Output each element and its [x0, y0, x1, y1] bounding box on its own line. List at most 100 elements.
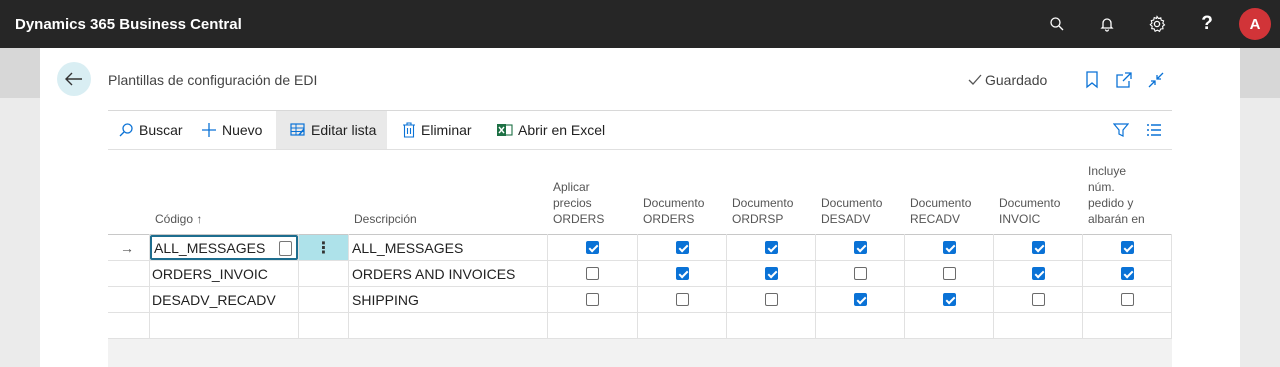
column-header-doc-invoic[interactable]: Documento INVOIC	[999, 195, 1060, 227]
header-line: ORDERS	[553, 212, 605, 226]
column-header-doc-desadv[interactable]: Documento DESADV	[821, 195, 882, 227]
new-button[interactable]: Nuevo	[201, 111, 262, 149]
checkbox[interactable]	[586, 293, 599, 306]
checkbox[interactable]	[676, 267, 689, 280]
checkbox[interactable]	[943, 293, 956, 306]
column-header-doc-orders[interactable]: Documento ORDERS	[643, 195, 704, 227]
plus-icon	[201, 122, 217, 138]
checkbox[interactable]	[676, 293, 689, 306]
checkbox[interactable]	[1032, 267, 1045, 280]
header-line: precios	[553, 196, 592, 210]
checkbox[interactable]	[1121, 241, 1134, 254]
grid-line	[726, 234, 727, 338]
grid-line	[1082, 234, 1083, 338]
description-cell[interactable]: ALL_MESSAGES	[352, 235, 463, 261]
grid-line	[993, 234, 994, 338]
trash-icon	[402, 122, 416, 138]
edit-list-label: Editar lista	[311, 122, 377, 138]
header-line: ORDRSP	[732, 212, 784, 226]
open-excel-button[interactable]: Abrir en Excel	[497, 111, 605, 149]
collapse-icon[interactable]	[1147, 71, 1165, 92]
grid-line	[815, 234, 816, 338]
edit-list-button[interactable]: Editar lista	[276, 111, 387, 149]
table-row-empty[interactable]	[108, 313, 1172, 339]
delete-button[interactable]: Eliminar	[402, 111, 472, 149]
checkbox[interactable]	[943, 267, 956, 280]
checkbox[interactable]	[765, 267, 778, 280]
new-label: Nuevo	[222, 122, 263, 138]
lookup-icon[interactable]	[279, 241, 292, 256]
open-excel-label: Abrir en Excel	[518, 122, 606, 138]
checkbox[interactable]	[1032, 241, 1045, 254]
open-new-window-icon[interactable]	[1115, 71, 1133, 92]
row-actions-menu[interactable]: ⋮	[299, 235, 348, 260]
column-code-label: Código	[155, 212, 194, 226]
help-icon[interactable]: ?	[1182, 0, 1232, 48]
header-line: pedido y	[1088, 196, 1134, 210]
checkbox[interactable]	[854, 293, 867, 306]
arrow-left-icon	[65, 72, 82, 86]
column-header-apply-prices[interactable]: Aplicar precios ORDERS	[553, 179, 604, 227]
check-icon	[968, 74, 982, 85]
checkbox[interactable]	[765, 241, 778, 254]
grid-line	[348, 234, 349, 338]
checkbox[interactable]	[943, 241, 956, 254]
action-bar: Buscar Nuevo Editar lista Eliminar Abrir…	[108, 111, 1172, 149]
header-line: Documento	[643, 196, 705, 210]
checkbox[interactable]	[854, 267, 867, 280]
checkbox[interactable]	[1121, 293, 1134, 306]
search-button[interactable]: Buscar	[118, 111, 183, 149]
divider	[108, 149, 1172, 150]
back-button[interactable]	[57, 62, 91, 96]
grid-line	[904, 234, 905, 338]
description-cell[interactable]: ORDERS AND INVOICES	[352, 261, 515, 287]
gear-icon[interactable]	[1132, 0, 1182, 48]
list-view-icon[interactable]	[1146, 111, 1162, 149]
header-line: DESADV	[821, 212, 871, 226]
edit-list-icon	[290, 123, 306, 137]
header-line: RECADV	[910, 212, 961, 226]
checkbox[interactable]	[1032, 293, 1045, 306]
code-cell[interactable]: ORDERS_INVOIC	[152, 261, 268, 287]
column-header-code[interactable]: Código ↑	[155, 211, 202, 227]
checkbox[interactable]	[765, 293, 778, 306]
row-indicator-arrow-icon: →	[120, 240, 134, 256]
header-line: albarán en	[1088, 212, 1145, 226]
excel-icon	[497, 122, 513, 138]
header-line: Incluye	[1088, 164, 1127, 178]
app-title: Dynamics 365 Business Central	[15, 15, 242, 33]
saved-label: Guardado	[985, 72, 1048, 88]
column-header-doc-ordrsp[interactable]: Documento ORDRSP	[732, 195, 793, 227]
code-cell[interactable]: DESADV_RECADV	[152, 287, 276, 313]
description-cell[interactable]: SHIPPING	[352, 287, 419, 313]
header-line: Aplicar	[553, 180, 590, 194]
search-icon	[118, 122, 134, 138]
checkbox[interactable]	[586, 241, 599, 254]
grid-line	[1171, 234, 1172, 338]
header-line: Documento	[999, 196, 1061, 210]
list-footer-area	[108, 339, 1172, 367]
header-line: ORDERS	[643, 212, 695, 226]
header-line: núm.	[1088, 180, 1115, 194]
app-bar: Dynamics 365 Business Central ? A	[0, 0, 1280, 48]
filter-icon[interactable]	[1113, 111, 1129, 149]
sort-ascending-icon: ↑	[193, 212, 203, 226]
delete-label: Eliminar	[421, 122, 472, 138]
search-label: Buscar	[139, 122, 183, 138]
checkbox[interactable]	[586, 267, 599, 280]
search-icon[interactable]	[1032, 0, 1082, 48]
avatar[interactable]: A	[1239, 8, 1271, 40]
bookmark-icon[interactable]	[1085, 71, 1099, 92]
checkbox[interactable]	[854, 241, 867, 254]
header-line: INVOIC	[999, 212, 1041, 226]
grid-line	[547, 234, 548, 338]
bell-icon[interactable]	[1082, 0, 1132, 48]
grid-line	[637, 234, 638, 338]
column-header-includes[interactable]: Incluye núm. pedido y albarán en	[1088, 163, 1145, 227]
header-line: Documento	[732, 196, 794, 210]
code-edit-field[interactable]: ALL_MESSAGES	[150, 235, 298, 260]
checkbox[interactable]	[676, 241, 689, 254]
column-header-description[interactable]: Descripción	[354, 211, 417, 227]
column-header-doc-recadv[interactable]: Documento RECADV	[910, 195, 971, 227]
checkbox[interactable]	[1121, 267, 1134, 280]
